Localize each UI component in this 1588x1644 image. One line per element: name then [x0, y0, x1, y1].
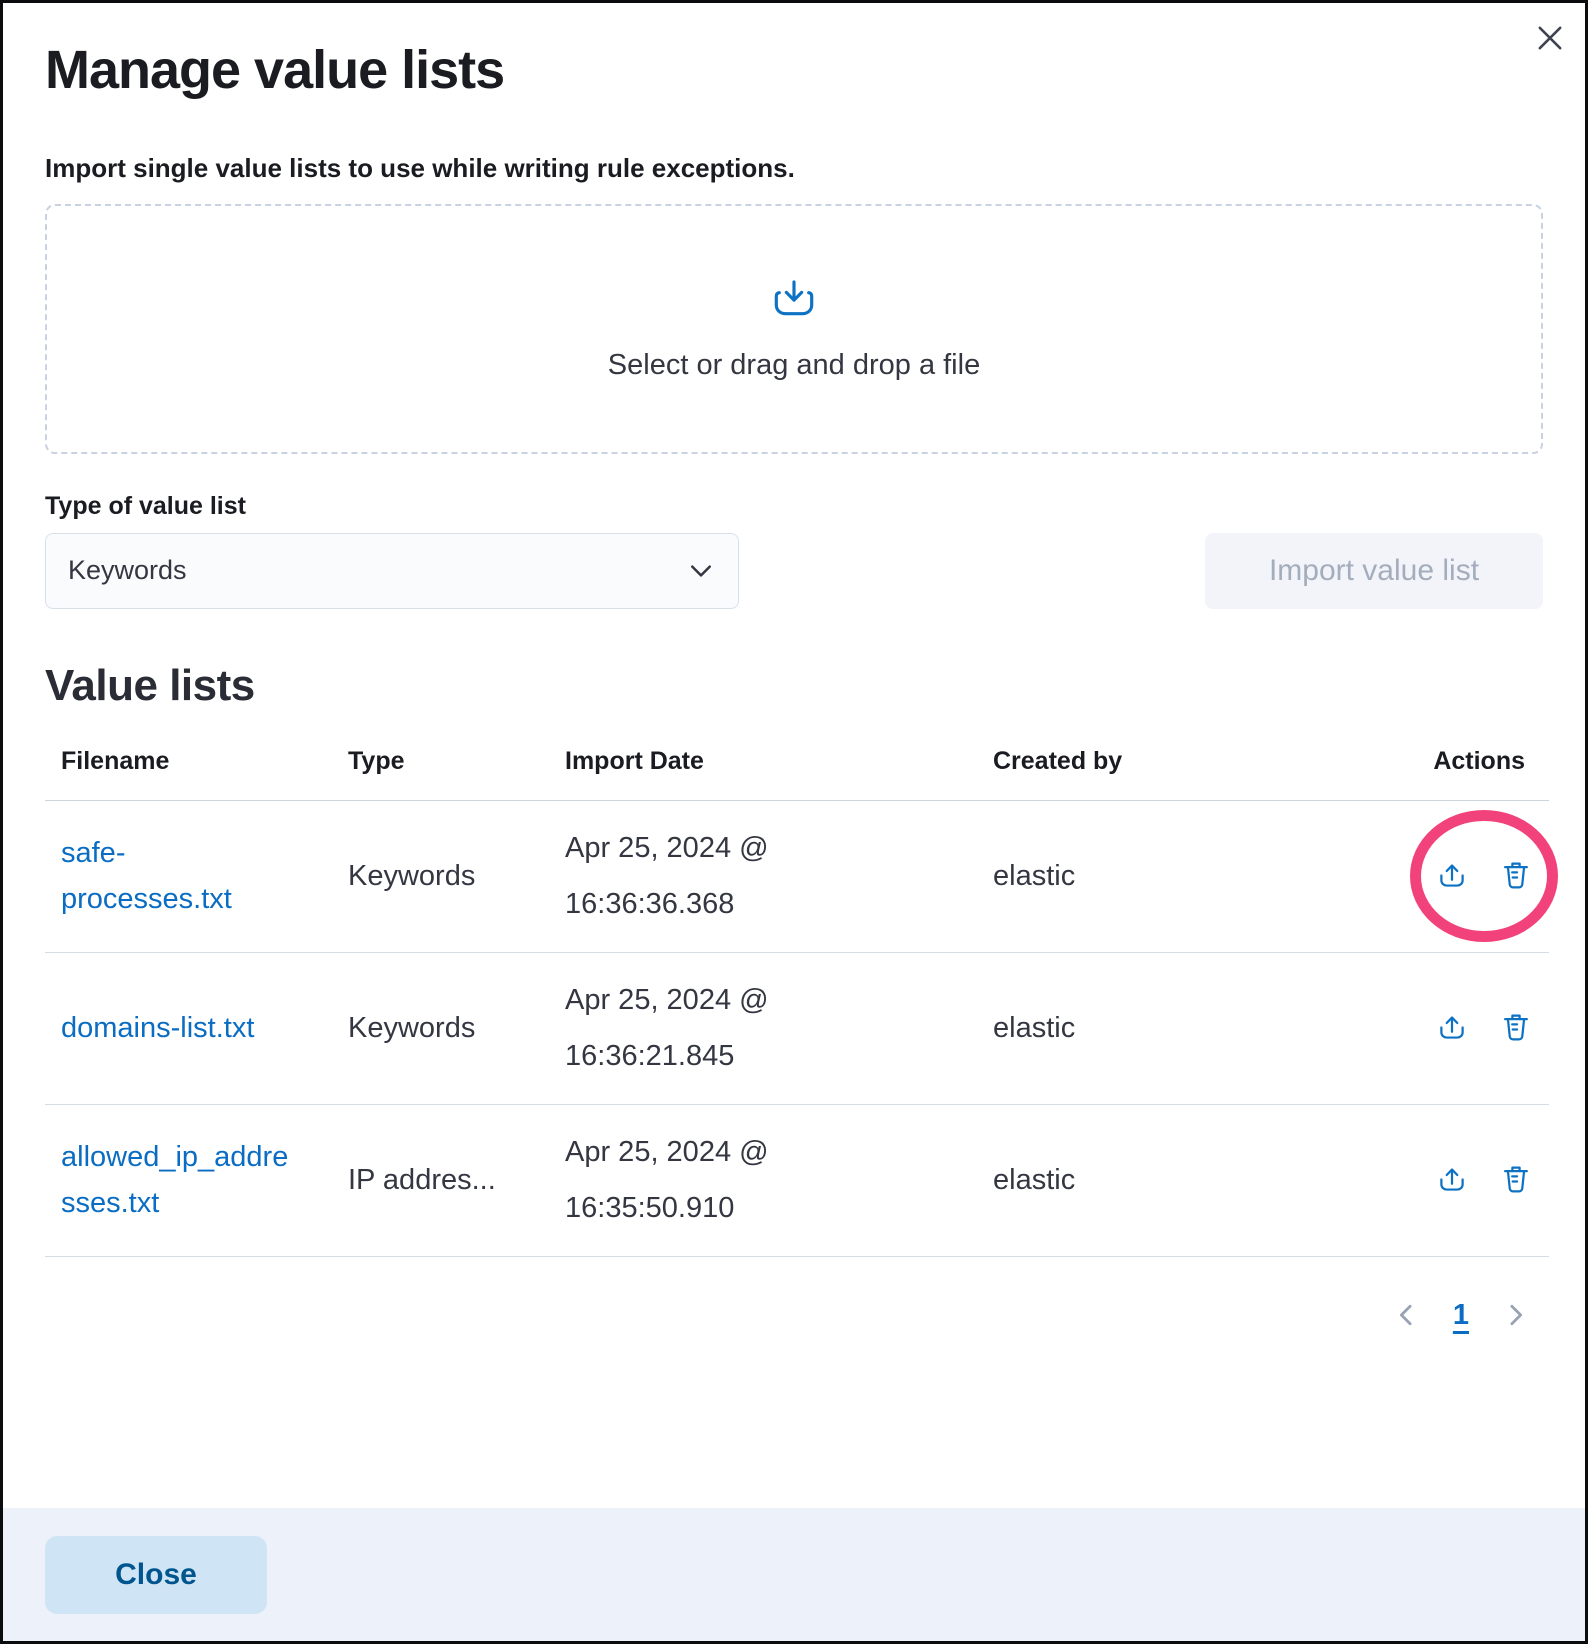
manage-value-lists-modal: { "dialog": { "title": "Manage value lis…	[0, 0, 1588, 1644]
created-by-cell: elastic	[977, 800, 1347, 952]
import-date-cell: Apr 25, 2024 @ 16:35:50.910	[549, 1104, 977, 1256]
type-of-value-list-label: Type of value list	[45, 492, 1543, 521]
pink-annotation-circle	[1410, 810, 1558, 942]
value-lists-heading: Value lists	[45, 661, 1543, 711]
controls-row: Keywords Import value list	[45, 533, 1543, 609]
filename-cell: allowed_ip_addresses.txt	[45, 1104, 332, 1256]
delete-value-list-button[interactable]	[1499, 1163, 1533, 1197]
filename-link[interactable]: domains-list.txt	[61, 1005, 254, 1051]
header-import-date: Import Date	[549, 719, 977, 801]
type-cell: Keywords	[332, 800, 549, 952]
created-by-cell: elastic	[977, 1104, 1347, 1256]
import-value-list-button[interactable]: Import value list	[1205, 533, 1543, 609]
import-date-cell: Apr 25, 2024 @ 16:36:21.845	[549, 952, 977, 1104]
import-date-cell: Apr 25, 2024 @ 16:36:36.368	[549, 800, 977, 952]
modal-footer: Close	[3, 1508, 1585, 1641]
trash-icon	[1499, 1163, 1533, 1197]
close-button[interactable]: Close	[45, 1536, 267, 1614]
file-dropzone[interactable]: Select or drag and drop a file	[45, 204, 1543, 454]
filename-cell: safe-processes.txt	[45, 800, 332, 952]
page-title: Manage value lists	[45, 39, 1543, 103]
type-cell: Keywords	[332, 952, 549, 1104]
filename-link[interactable]: safe-processes.txt	[61, 830, 296, 923]
header-created-by: Created by	[977, 719, 1347, 801]
trash-icon	[1499, 1011, 1533, 1045]
pagination-previous-button[interactable]	[1391, 1299, 1423, 1331]
filename-link[interactable]: allowed_ip_addresses.txt	[61, 1134, 296, 1227]
modal-description: Import single value lists to use while w…	[45, 153, 1543, 184]
chevron-down-icon	[686, 556, 716, 586]
pagination-next-button[interactable]	[1499, 1299, 1531, 1331]
delete-value-list-button[interactable]	[1499, 1011, 1533, 1045]
modal-content: Manage value lists Import single value l…	[3, 39, 1585, 1332]
export-icon	[1435, 1011, 1469, 1045]
export-value-list-button[interactable]	[1435, 1011, 1469, 1045]
trash-icon	[1499, 859, 1533, 893]
chevron-right-icon	[1500, 1300, 1530, 1330]
import-file-icon	[770, 275, 818, 323]
actions-group	[1435, 1011, 1533, 1045]
export-icon	[1435, 1163, 1469, 1197]
selected-type-value: Keywords	[68, 555, 187, 586]
value-list-type-select[interactable]: Keywords	[45, 533, 739, 609]
table-row: allowed_ip_addresses.txt IP addres... Ap…	[45, 1104, 1549, 1256]
value-lists-table: Filename Type Import Date Created by Act…	[45, 719, 1549, 1257]
table-header-row: Filename Type Import Date Created by Act…	[45, 719, 1549, 801]
actions-group	[1435, 1163, 1533, 1197]
pagination: 1	[45, 1299, 1543, 1332]
table-row: domains-list.txt Keywords Apr 25, 2024 @…	[45, 952, 1549, 1104]
filename-cell: domains-list.txt	[45, 952, 332, 1104]
chevron-left-icon	[1392, 1300, 1422, 1330]
header-actions: Actions	[1347, 719, 1549, 801]
value-lists-rows: safe-processes.txt Keywords Apr 25, 2024…	[45, 800, 1549, 1256]
close-icon	[1532, 20, 1568, 56]
dropzone-label: Select or drag and drop a file	[608, 349, 980, 382]
header-type: Type	[332, 719, 549, 801]
actions-group	[1435, 859, 1533, 893]
actions-cell	[1347, 1104, 1549, 1256]
table-row: safe-processes.txt Keywords Apr 25, 2024…	[45, 800, 1549, 952]
import-date-value: Apr 25, 2024 @ 16:36:36.368	[565, 820, 875, 933]
import-date-value: Apr 25, 2024 @ 16:35:50.910	[565, 1124, 875, 1237]
header-filename: Filename	[45, 719, 332, 801]
close-modal-button[interactable]	[1527, 15, 1573, 61]
actions-cell	[1347, 952, 1549, 1104]
export-value-list-button[interactable]	[1435, 859, 1469, 893]
delete-value-list-button[interactable]	[1499, 859, 1533, 893]
actions-cell	[1347, 800, 1549, 952]
pagination-page-1[interactable]: 1	[1451, 1299, 1471, 1332]
import-date-value: Apr 25, 2024 @ 16:36:21.845	[565, 972, 875, 1085]
export-value-list-button[interactable]	[1435, 1163, 1469, 1197]
created-by-cell: elastic	[977, 952, 1347, 1104]
export-icon	[1435, 859, 1469, 893]
type-cell: IP addres...	[332, 1104, 549, 1256]
